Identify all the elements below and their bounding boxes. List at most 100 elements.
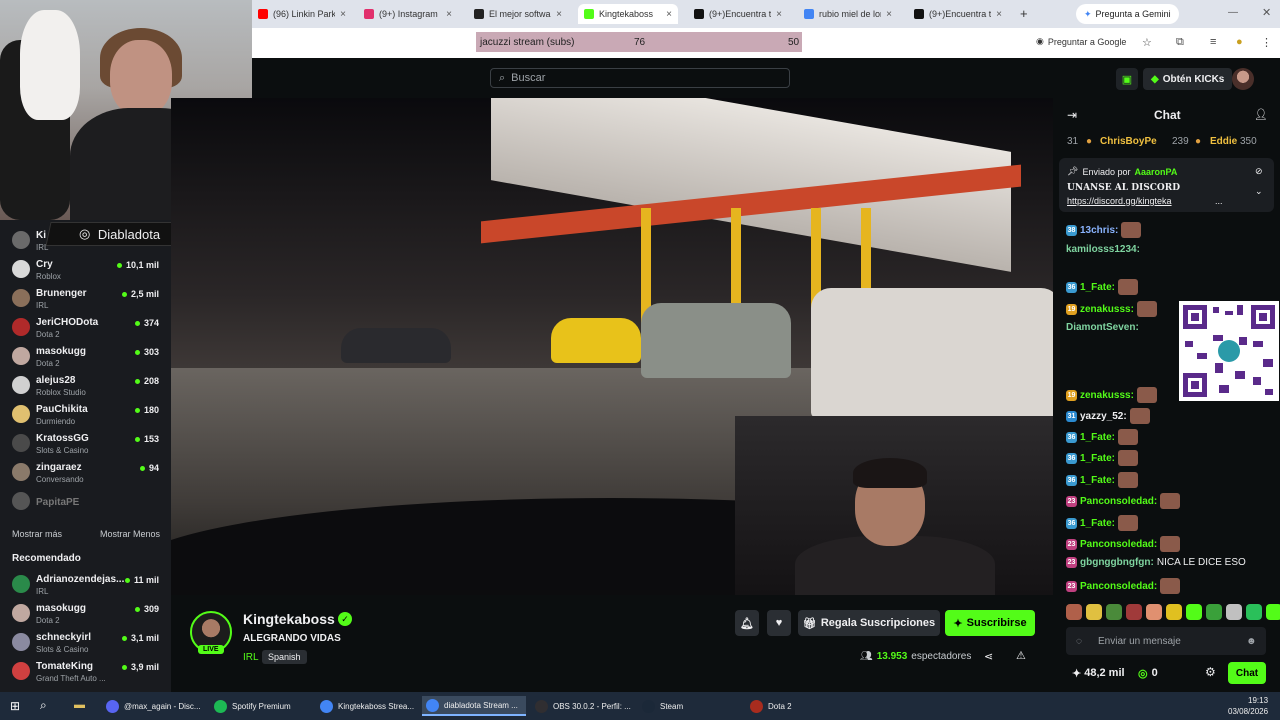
emote-icon[interactable] [1246,604,1262,620]
send-chat-button[interactable]: Chat [1228,662,1266,684]
chat-message[interactable]: 23 Panconsoledad: [1066,536,1181,552]
extensions-icon[interactable]: ⧉ [1176,36,1184,49]
chat-message[interactable]: 23 gbgnggbngfgn: NICA LE DICE ESO [1066,557,1246,568]
browser-tab[interactable]: (96) Linkin Park H × [252,4,352,24]
taskbar-app[interactable]: Spotify Premium [210,696,310,716]
user-avatar[interactable] [1232,68,1254,90]
ask-google-button[interactable]: ◉ Preguntar a Google [1036,36,1126,47]
new-tab-button[interactable]: + [1020,6,1028,21]
menu-kebab-icon[interactable]: ⋮ [1261,36,1272,49]
chat-username[interactable]: 13chris: [1080,225,1118,236]
tab-close-icon[interactable]: × [776,9,782,20]
chat-message[interactable]: 19 zenakusss: [1066,301,1157,317]
browser-tab[interactable]: Kingtekaboss × [578,4,678,24]
chat-message[interactable]: 36 1_Fate: [1066,515,1139,531]
playlist-icon[interactable]: ≡ [1210,36,1216,48]
chat-username[interactable]: Panconsoledad: [1080,496,1157,507]
follow-heart-button[interactable]: ♥ [767,610,791,636]
chat-username[interactable]: yazzy_52: [1080,411,1127,422]
streamer-name[interactable]: Kingtekaboss [243,611,335,627]
emoji-icon[interactable]: ☻ [1246,636,1257,647]
close-window-button[interactable]: ✕ [1262,6,1271,19]
taskbar-app[interactable]: Kingtekaboss Strea... [316,696,416,716]
sidebar-channel[interactable]: KratossGG Slots & Casino 153 [0,429,171,458]
ask-gemini-button[interactable]: ✦ Pregunta a Gemini [1076,4,1179,24]
chat-username[interactable]: zenakusss: [1080,304,1134,315]
chevron-down-icon[interactable]: ⌄ [1255,186,1263,197]
tab-close-icon[interactable]: × [886,9,892,20]
recommended-channel[interactable]: Adrianozendejas... IRL 11 mil [0,570,171,599]
browser-tab[interactable]: (9+)Encuentra tu × [908,4,1008,24]
chat-username[interactable]: DiamontSeven: [1066,322,1139,333]
emote-icon[interactable] [1106,604,1122,620]
browser-tab[interactable]: (9+) Instagram × [358,4,458,24]
chat-username[interactable]: 1_Fate: [1080,475,1115,486]
emote-icon[interactable] [1186,604,1202,620]
tab-close-icon[interactable]: × [556,9,562,20]
emote-icon[interactable] [1066,604,1082,620]
chat-message[interactable]: 23 Panconsoledad: [1066,578,1181,594]
category-link[interactable]: IRL [243,652,259,663]
recommended-channel[interactable]: TomateKing Grand Theft Auto ... 3,9 mil [0,657,171,686]
tab-close-icon[interactable]: × [996,9,1002,20]
search-input[interactable]: ⌕ Buscar [490,68,790,88]
emote-icon[interactable] [1126,604,1142,620]
chat-username[interactable]: 1_Fate: [1080,518,1115,529]
chat-message[interactable]: 36 1_Fate: [1066,472,1139,488]
sidebar-channel[interactable]: PapitaPE [0,487,171,516]
unpin-icon[interactable]: ⊘ [1255,166,1263,177]
sidebar-channel[interactable]: zingaraez Conversando 94 [0,458,171,487]
profile-icon[interactable]: ● [1236,36,1243,48]
leaderboard-name[interactable]: Eddie [1210,136,1237,147]
kicks-wallet-icon[interactable]: ▣ [1116,68,1138,90]
chat-message[interactable]: 38 13chris: [1066,222,1142,238]
emote-icon[interactable] [1086,604,1102,620]
browser-tab[interactable]: El mejor software × [468,4,568,24]
sidebar-channel[interactable]: masokugg Dota 2 303 [0,342,171,371]
report-icon[interactable]: ⚠ [1016,649,1026,662]
gift-subs-button[interactable]: 🎁︎ Regala Suscripciones [798,610,940,636]
chat-message[interactable]: DiamontSeven: [1066,322,1139,333]
taskbar-search-icon[interactable]: ⌕ [40,698,47,713]
browser-tab[interactable]: (9+)Encuentra tu × [688,4,788,24]
minimize-button[interactable]: — [1228,7,1238,18]
tab-close-icon[interactable]: × [446,9,452,20]
sidebar-channel[interactable]: alejus28 Roblox Studio 208 [0,371,171,400]
chat-username[interactable]: 1_Fate: [1080,432,1115,443]
taskbar-app[interactable]: Dota 2 [746,696,826,716]
browser-tab[interactable]: rubio miel de lore × [798,4,898,24]
chat-message[interactable]: 19 zenakusss: [1066,387,1157,403]
chat-username[interactable]: kamilosss1234: [1066,244,1140,255]
tab-close-icon[interactable]: × [666,9,672,20]
emote-icon[interactable] [1226,604,1242,620]
collapse-chat-icon[interactable]: ⇥ [1067,108,1077,122]
notification-bell-button[interactable]: 🔔︎ [735,610,759,636]
chat-settings-gear-icon[interactable]: ⚙ [1205,665,1216,679]
taskbar-app[interactable]: OBS 30.0.2 - Perfil: ... [531,696,631,716]
get-kicks-button[interactable]: ◆ Obtén KICKs [1143,68,1233,90]
tab-close-icon[interactable]: × [340,9,346,20]
taskbar-app[interactable]: Steam [638,696,738,716]
chat-message-input[interactable]: ◌ Enviar un mensaje ☻ [1066,627,1266,655]
chat-message[interactable]: 36 1_Fate: [1066,450,1139,466]
language-tag[interactable]: Spanish [262,650,307,664]
show-more-button[interactable]: Mostrar más [12,529,62,539]
taskbar-app[interactable]: @max_again - Disc... [102,696,206,716]
chat-username[interactable]: 1_Fate: [1080,282,1115,293]
sidebar-channel[interactable]: Cry Roblox 10,1 mil [0,255,171,284]
chat-message[interactable]: 23 Panconsoledad: [1066,493,1181,509]
subscribe-button[interactable]: ✦ Suscribirse [945,610,1035,636]
sidebar-channel[interactable]: Brunenger IRL 2,5 mil [0,284,171,313]
recommended-channel[interactable]: masokugg Dota 2 309 [0,599,171,628]
pinned-link[interactable]: https://discord.gg/kingteka [1067,196,1172,206]
bookmark-star-icon[interactable]: ☆ [1142,36,1152,49]
leaderboard-name[interactable]: ChrisBoyPe [1100,136,1157,147]
chat-username[interactable]: Panconsoledad: [1080,581,1157,592]
pinned-message[interactable]: 📌︎ Enviado por AaaronPA UNANSE AL DISCOR… [1059,158,1274,212]
chat-message[interactable]: 36 1_Fate: [1066,429,1139,445]
windows-start-icon[interactable]: ⊞ [10,699,20,713]
sidebar-channel[interactable]: PauChikita Durmiendo 180 [0,400,171,429]
chat-message[interactable]: kamilosss1234: [1066,244,1140,255]
taskbar-app[interactable]: diabladota Stream ... [422,696,526,716]
chat-username[interactable]: Panconsoledad: [1080,539,1157,550]
